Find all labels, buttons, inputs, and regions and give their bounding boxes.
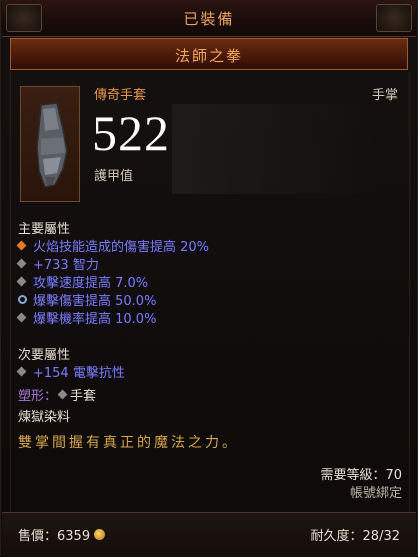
flavor-text: 雙掌間握有真正的魔法之力。 [18,435,239,451]
legendary-bullet-icon [16,240,27,251]
transmog-row: 塑形： 手套 [18,385,96,404]
affix-row: +154 電擊抗性 [16,362,125,381]
item-name-banner: 法師之拳 [10,38,408,70]
sell-price: 售價：6359 [18,525,106,544]
ornament-icon [376,4,412,32]
transmog-value: 手套 [70,389,97,404]
gold-coin-icon [94,529,106,540]
gauntlet-icon [36,102,68,188]
affix-text: 火焰技能造成的傷害提高 20% [33,240,210,255]
item-tooltip: 已裝備 法師之拳 傳奇手套 手掌 522 護甲值 主要屬性 火焰技能造成的傷害提… [0,0,418,557]
affix-bullet-icon [16,276,27,287]
affix-row: 攻擊速度提高 7.0% [16,272,149,291]
equipped-label: 已裝備 [183,10,235,28]
secondary-attributes-title: 次要屬性 [18,348,71,363]
armor-shield-background [172,104,372,194]
transmog-label: 塑形： [18,389,58,404]
transmog-bullet-icon [57,389,68,400]
affix-text: +154 電擊抗性 [33,366,125,381]
affix-bullet-icon [16,258,27,269]
affix-row: +733 智力 [16,254,99,273]
item-quality: 傳奇手套 [94,88,147,103]
affix-text: 爆擊傷害提高 50.0% [33,294,157,309]
affix-row: 火焰技能造成的傷害提高 20% [16,236,210,255]
affix-text: +733 智力 [33,258,99,273]
sell-price-text: 售價：6359 [18,529,91,544]
affix-text: 攻擊速度提高 7.0% [33,276,149,291]
affix-bullet-icon [16,366,27,377]
item-icon-frame [20,86,80,202]
affix-row: 爆擊傷害提高 50.0% [18,290,156,309]
durability: 耐久度：28/32 [310,529,400,544]
tooltip-footer: 售價：6359 耐久度：28/32 [2,512,416,557]
affix-text: 爆擊機率提高 10.0% [33,312,157,327]
equipped-header: 已裝備 [2,0,416,37]
enchanted-swirl-icon [18,295,27,304]
item-slot: 手掌 [371,88,398,103]
armor-value: 522 [92,105,170,161]
dye-label: 煉獄染料 [18,410,71,425]
account-bound: 帳號綁定 [349,486,402,501]
primary-attributes-title: 主要屬性 [18,222,71,237]
affix-row: 爆擊機率提高 10.0% [16,308,157,327]
item-name: 法師之拳 [174,47,243,65]
required-level: 需要等級：70 [320,468,402,483]
affix-bullet-icon [16,312,27,323]
armor-label: 護甲值 [94,169,134,184]
